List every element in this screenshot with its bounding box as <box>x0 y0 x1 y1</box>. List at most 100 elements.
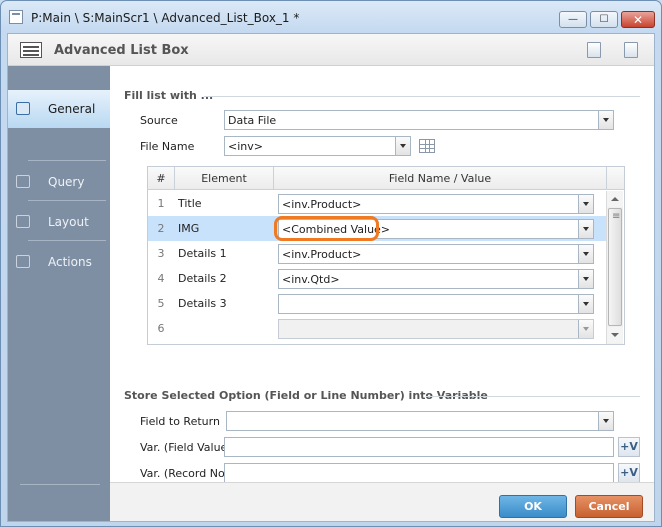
document-icon[interactable] <box>624 42 638 58</box>
title-bar[interactable]: P:Main \ S:MainScr1 \ Advanced_List_Box_… <box>1 1 661 33</box>
close-icon: ✕ <box>632 12 644 27</box>
source-label: Source <box>140 114 178 127</box>
row-number: 6 <box>157 322 165 335</box>
table-header: # Element Field Name / Value <box>148 167 624 190</box>
page-title: Advanced List Box <box>54 43 189 58</box>
query-icon <box>16 175 30 188</box>
dialog-client: Advanced List Box General Query Layout A… <box>7 33 655 522</box>
scroll-down-icon[interactable] <box>607 327 623 343</box>
chevron-down-icon[interactable] <box>578 220 593 238</box>
close-button[interactable]: ✕ <box>621 11 655 28</box>
file-name-select[interactable]: <inv> <box>224 136 411 156</box>
save-icon[interactable] <box>587 42 601 58</box>
field-value-select[interactable]: <inv.Product> <box>278 244 594 264</box>
ok-button[interactable]: OK <box>499 495 567 518</box>
add-variable-icon[interactable]: +V <box>618 463 640 483</box>
field-value-select <box>278 319 594 339</box>
chevron-down-icon[interactable] <box>578 270 593 288</box>
row-element: IMG <box>178 222 200 235</box>
table-row[interactable]: 5 Details 3 <box>148 291 606 316</box>
column-header-element: Element <box>201 172 247 185</box>
table-row[interactable]: 1 Title <inv.Product> <box>148 191 606 216</box>
row-element: Details 3 <box>178 297 227 310</box>
row-number: 1 <box>157 197 165 210</box>
chevron-down-icon[interactable] <box>578 195 593 213</box>
sidebar-item-query[interactable]: Query <box>8 163 110 201</box>
field-to-return-label: Field to Return <box>140 415 220 428</box>
sidebar-item-actions[interactable]: Actions <box>8 243 110 281</box>
row-element: Details 2 <box>178 272 227 285</box>
maximize-button[interactable]: ☐ <box>590 11 618 28</box>
field-value: <inv.Qtd> <box>282 273 340 286</box>
chevron-down-icon[interactable] <box>578 295 593 313</box>
minimize-button[interactable]: — <box>559 11 587 28</box>
sidebar-item-label: Actions <box>48 255 92 269</box>
scroll-up-icon[interactable] <box>607 191 623 207</box>
section-divider <box>426 396 640 397</box>
table-row[interactable]: 6 <box>148 316 606 341</box>
var-field-label: Var. (Field Value) <box>140 441 232 454</box>
field-value-select[interactable] <box>278 294 594 314</box>
source-value: Data File <box>228 114 277 127</box>
edit-icon <box>16 102 30 115</box>
sidebar-divider <box>28 240 106 241</box>
window-title: P:Main \ S:MainScr1 \ Advanced_List_Box_… <box>31 11 300 25</box>
table-row[interactable]: 4 Details 2 <inv.Qtd> <box>148 266 606 291</box>
dialog-window: P:Main \ S:MainScr1 \ Advanced_List_Box_… <box>0 0 662 527</box>
chevron-down-icon[interactable] <box>395 137 410 155</box>
actions-icon <box>16 255 30 268</box>
column-header-number: # <box>156 172 166 185</box>
field-value: <inv.Product> <box>282 248 362 261</box>
dialog-footer: OK Cancel <box>110 482 654 521</box>
fill-section-title: Fill list with ... <box>124 89 214 102</box>
sidebar-item-label: Layout <box>48 215 89 229</box>
elements-table: # Element Field Name / Value 1 Title <in… <box>147 166 625 345</box>
app-icon <box>9 10 23 24</box>
field-value: <inv.Product> <box>282 198 362 211</box>
file-name-label: File Name <box>140 140 195 153</box>
layout-icon <box>16 215 30 228</box>
field-value-select[interactable]: <Combined Value> <box>278 219 594 239</box>
list-box-icon <box>20 42 42 58</box>
cancel-button[interactable]: Cancel <box>575 495 643 518</box>
column-header-value: Field Name / Value <box>388 172 492 185</box>
sidebar: General Query Layout Actions <box>8 66 110 521</box>
row-number: 5 <box>157 297 165 310</box>
sidebar-divider <box>28 160 106 161</box>
sidebar-item-general[interactable]: General <box>8 90 110 128</box>
row-number: 2 <box>157 222 165 235</box>
sidebar-item-label: Query <box>48 175 85 189</box>
section-divider <box>204 96 640 97</box>
source-select[interactable]: Data File <box>224 110 614 130</box>
sidebar-divider <box>20 484 100 485</box>
scrollbar-thumb[interactable] <box>608 208 622 326</box>
field-value-select[interactable]: <inv.Qtd> <box>278 269 594 289</box>
general-panel: Fill list with ... Source Data File File… <box>110 66 654 521</box>
table-scrollbar[interactable] <box>606 191 623 344</box>
file-name-value: <inv> <box>228 140 263 153</box>
var-field-input[interactable] <box>224 437 614 457</box>
field-value-select[interactable]: <inv.Product> <box>278 194 594 214</box>
sidebar-divider <box>28 200 106 201</box>
var-record-label: Var. (Record No) <box>140 467 229 480</box>
chevron-down-icon[interactable] <box>598 111 613 129</box>
minimize-icon: — <box>568 14 578 25</box>
add-variable-icon[interactable]: +V <box>618 437 640 457</box>
field-value: <Combined Value> <box>282 223 391 236</box>
row-number: 3 <box>157 247 165 260</box>
column-divider <box>606 167 607 190</box>
row-element: Title <box>178 197 202 210</box>
chevron-down-icon[interactable] <box>598 412 613 430</box>
table-icon[interactable] <box>419 139 435 153</box>
table-row[interactable]: 3 Details 1 <inv.Product> <box>148 241 606 266</box>
var-record-input[interactable] <box>224 463 614 483</box>
chevron-down-icon <box>578 320 593 338</box>
field-to-return-select[interactable] <box>226 411 614 431</box>
sidebar-item-layout[interactable]: Layout <box>8 203 110 241</box>
row-number: 4 <box>157 272 165 285</box>
chevron-down-icon[interactable] <box>578 245 593 263</box>
sidebar-item-label: General <box>48 102 96 116</box>
maximize-icon: ☐ <box>599 14 609 25</box>
table-row-selected[interactable]: 2 IMG <Combined Value> <box>148 216 606 241</box>
row-element: Details 1 <box>178 247 227 260</box>
